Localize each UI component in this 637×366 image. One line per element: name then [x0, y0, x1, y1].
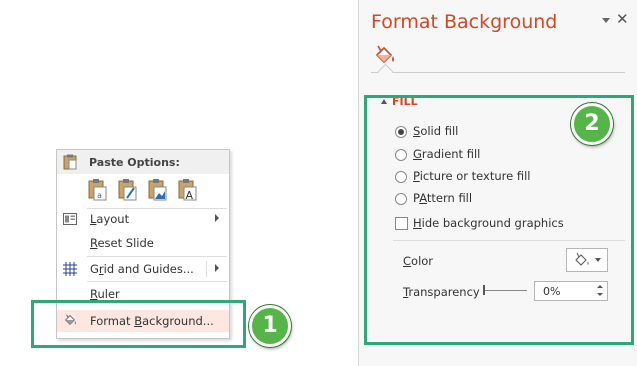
- paste-options-label: Paste Options:: [89, 156, 180, 169]
- grid-icon: [63, 262, 77, 276]
- highlight-box-format-background: [31, 300, 246, 348]
- layout-icon: [63, 213, 77, 225]
- menu-item-label: Ruler: [90, 287, 120, 301]
- submenu-arrow-icon: [215, 214, 219, 222]
- paste-keep-source-formatting-icon[interactable]: [117, 178, 139, 202]
- tab-underline: [371, 72, 625, 73]
- menu-item-layout[interactable]: Layout: [57, 208, 229, 230]
- menu-item-reset-slide[interactable]: Reset Slide: [57, 232, 229, 254]
- submenu-arrow-icon: [215, 264, 219, 272]
- svg-text:a: a: [97, 191, 102, 200]
- menu-item-label: Reset Slide: [90, 236, 154, 250]
- menu-item-label: Layout: [90, 212, 130, 226]
- paste-options-header: Paste Options:: [57, 150, 229, 174]
- paste-options-row: a A: [83, 178, 223, 204]
- clipboard-icon: [63, 154, 77, 170]
- svg-text:A: A: [186, 189, 194, 202]
- menu-item-grid-and-guides[interactable]: Grid and Guides...: [57, 258, 229, 280]
- step-badge-2: 2: [571, 103, 613, 145]
- paste-use-destination-theme-icon[interactable]: a: [87, 178, 109, 202]
- paste-keep-text-only-icon[interactable]: A: [177, 178, 199, 202]
- step-badge-1: 1: [249, 305, 291, 347]
- menu-item-label: Grid and Guides...: [90, 262, 194, 276]
- menu-separator: [87, 256, 227, 257]
- close-icon[interactable]: ✕: [616, 10, 629, 28]
- paste-picture-icon[interactable]: [147, 178, 169, 202]
- pane-title: Format Background: [371, 11, 558, 33]
- submenu-divider: [206, 261, 207, 277]
- pane-options-dropdown-icon[interactable]: [602, 18, 610, 23]
- menu-separator: [87, 281, 227, 282]
